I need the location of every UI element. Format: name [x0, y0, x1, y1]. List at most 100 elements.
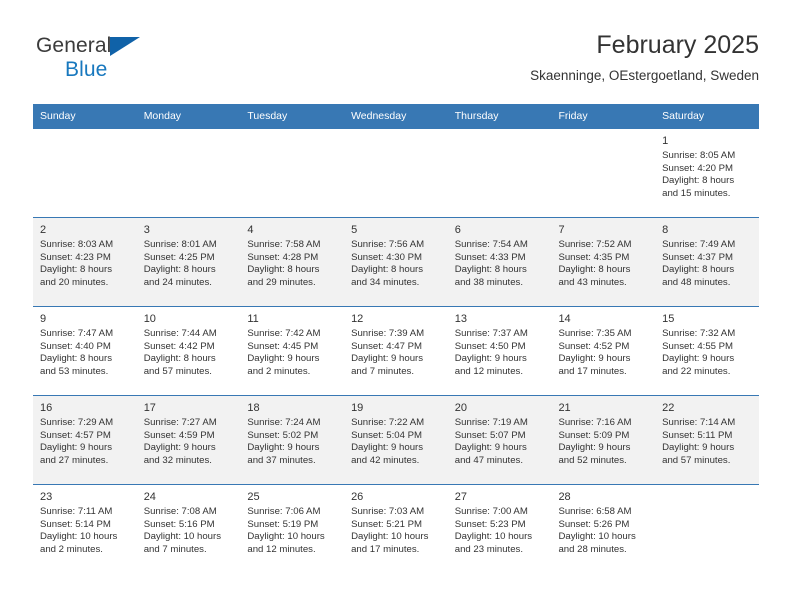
calendar-week-row: 16 Sunrise: 7:29 AM Sunset: 4:57 PM Dayl…	[33, 395, 759, 485]
day-cell[interactable]: 22 Sunrise: 7:14 AM Sunset: 5:11 PM Dayl…	[655, 395, 759, 485]
day-details: Sunrise: 7:37 AM Sunset: 4:50 PM Dayligh…	[455, 328, 546, 378]
day-cell[interactable]: 3 Sunrise: 8:01 AM Sunset: 4:25 PM Dayli…	[136, 217, 241, 307]
day-cell[interactable]: 14 Sunrise: 7:35 AM Sunset: 4:52 PM Dayl…	[551, 306, 656, 396]
day-cell[interactable]: 6 Sunrise: 7:54 AM Sunset: 4:33 PM Dayli…	[447, 217, 552, 307]
sunrise-text: Sunrise: 7:00 AM	[454, 506, 528, 517]
daylight-text-line1: Daylight: 10 hours	[143, 531, 222, 543]
day-details: Sunrise: 7:19 AM Sunset: 5:07 PM Dayligh…	[455, 417, 546, 467]
day-cell[interactable]: 25 Sunrise: 7:06 AM Sunset: 5:19 PM Dayl…	[240, 484, 345, 573]
day-cell[interactable]: 7 Sunrise: 7:52 AM Sunset: 4:35 PM Dayli…	[551, 217, 656, 307]
weekday-header-thursday: Thursday	[447, 104, 552, 129]
day-number: 28	[558, 491, 571, 503]
day-details: Sunrise: 7:22 AM Sunset: 5:04 PM Dayligh…	[351, 417, 442, 467]
daylight-text-line1: Daylight: 9 hours	[143, 442, 216, 454]
sunrise-text: Sunrise: 7:11 AM	[40, 506, 113, 517]
daylight-text-line1: Daylight: 9 hours	[351, 442, 424, 454]
day-cell[interactable]: 17 Sunrise: 7:27 AM Sunset: 4:59 PM Dayl…	[136, 395, 241, 485]
day-number: 27	[454, 491, 467, 503]
daylight-text-line1: Daylight: 9 hours	[351, 353, 424, 365]
sunset-text: Sunset: 5:04 PM	[351, 429, 422, 441]
daylight-text-line1: Daylight: 9 hours	[247, 442, 320, 454]
day-cell-empty	[136, 128, 241, 218]
day-cell[interactable]: 28 Sunrise: 6:58 AM Sunset: 5:26 PM Dayl…	[551, 484, 656, 573]
day-cell[interactable]: 12 Sunrise: 7:39 AM Sunset: 4:47 PM Dayl…	[344, 306, 448, 396]
day-number: 15	[662, 313, 675, 325]
sunset-text: Sunset: 4:40 PM	[40, 340, 111, 352]
page-title: February 2025	[596, 31, 759, 59]
day-number: 2	[40, 224, 47, 236]
day-cell[interactable]: 13 Sunrise: 7:37 AM Sunset: 4:50 PM Dayl…	[447, 306, 552, 396]
daylight-text-line2: and 38 minutes.	[454, 276, 524, 288]
page-header: General Blue February 2025 Skaenninge, O…	[33, 30, 759, 96]
daylight-text-line2: and 24 minutes.	[143, 276, 212, 288]
day-cell[interactable]: 27 Sunrise: 7:00 AM Sunset: 5:23 PM Dayl…	[447, 484, 552, 573]
day-details: Sunrise: 7:32 AM Sunset: 4:55 PM Dayligh…	[662, 328, 753, 378]
sunset-text: Sunset: 5:19 PM	[247, 518, 319, 530]
sunset-text: Sunset: 4:23 PM	[40, 251, 111, 263]
day-number: 24	[143, 491, 156, 503]
day-number: 1	[662, 135, 669, 147]
sunrise-text: Sunrise: 7:58 AM	[247, 239, 321, 250]
day-number: 14	[558, 313, 571, 325]
day-number: 4	[247, 224, 254, 236]
day-cell[interactable]: 26 Sunrise: 7:03 AM Sunset: 5:21 PM Dayl…	[344, 484, 448, 573]
daylight-text-line1: Daylight: 8 hours	[454, 264, 527, 276]
day-details: Sunrise: 7:24 AM Sunset: 5:02 PM Dayligh…	[247, 417, 338, 467]
daylight-text-line1: Daylight: 9 hours	[558, 442, 631, 454]
sunrise-text: Sunrise: 7:14 AM	[662, 417, 736, 428]
day-cell[interactable]: 20 Sunrise: 7:19 AM Sunset: 5:07 PM Dayl…	[447, 395, 552, 485]
day-details: Sunrise: 7:54 AM Sunset: 4:33 PM Dayligh…	[455, 239, 546, 289]
sunrise-text: Sunrise: 7:56 AM	[351, 239, 425, 250]
calendar-header-row: Sunday Monday Tuesday Wednesday Thursday…	[33, 104, 759, 129]
day-cell[interactable]: 16 Sunrise: 7:29 AM Sunset: 4:57 PM Dayl…	[33, 395, 137, 485]
day-details: Sunrise: 7:16 AM Sunset: 5:09 PM Dayligh…	[558, 417, 649, 467]
day-details: Sunrise: 7:42 AM Sunset: 4:45 PM Dayligh…	[247, 328, 338, 378]
sunrise-text: Sunrise: 7:27 AM	[143, 417, 217, 428]
sunset-text: Sunset: 4:33 PM	[454, 251, 526, 263]
sunset-text: Sunset: 5:26 PM	[558, 518, 630, 530]
day-cell[interactable]: 9 Sunrise: 7:47 AM Sunset: 4:40 PM Dayli…	[33, 306, 137, 396]
calendar-table: Sunday Monday Tuesday Wednesday Thursday…	[33, 104, 759, 573]
sunrise-text: Sunrise: 7:22 AM	[351, 417, 425, 428]
day-cell[interactable]: 2 Sunrise: 8:03 AM Sunset: 4:23 PM Dayli…	[33, 217, 137, 307]
daylight-text-line1: Daylight: 8 hours	[351, 264, 424, 276]
day-cell[interactable]: 23 Sunrise: 7:11 AM Sunset: 5:14 PM Dayl…	[33, 484, 137, 573]
calendar-week-row: 9 Sunrise: 7:47 AM Sunset: 4:40 PM Dayli…	[33, 306, 759, 396]
day-cell[interactable]: 24 Sunrise: 7:08 AM Sunset: 5:16 PM Dayl…	[136, 484, 241, 573]
day-number: 22	[662, 402, 675, 414]
day-details: Sunrise: 7:49 AM Sunset: 4:37 PM Dayligh…	[662, 239, 753, 289]
daylight-text-line1: Daylight: 8 hours	[143, 353, 216, 365]
day-number: 12	[351, 313, 364, 325]
day-cell[interactable]: 11 Sunrise: 7:42 AM Sunset: 4:45 PM Dayl…	[240, 306, 345, 396]
daylight-text-line1: Daylight: 8 hours	[662, 175, 735, 187]
day-details: Sunrise: 7:00 AM Sunset: 5:23 PM Dayligh…	[455, 506, 546, 556]
day-number: 7	[558, 224, 565, 236]
brand-logo[interactable]: General Blue	[36, 35, 256, 89]
sunset-text: Sunset: 5:02 PM	[247, 429, 319, 441]
triangle-logo-icon	[110, 37, 140, 56]
sunrise-text: Sunrise: 7:24 AM	[247, 417, 321, 428]
day-cell[interactable]: 10 Sunrise: 7:44 AM Sunset: 4:42 PM Dayl…	[136, 306, 241, 396]
weekday-header-sunday: Sunday	[33, 104, 137, 129]
day-cell[interactable]: 5 Sunrise: 7:56 AM Sunset: 4:30 PM Dayli…	[344, 217, 448, 307]
weekday-header-monday: Monday	[136, 104, 241, 129]
day-cell[interactable]: 4 Sunrise: 7:58 AM Sunset: 4:28 PM Dayli…	[240, 217, 345, 307]
sunset-text: Sunset: 5:11 PM	[662, 429, 733, 441]
day-cell[interactable]: 15 Sunrise: 7:32 AM Sunset: 4:55 PM Dayl…	[655, 306, 759, 396]
day-cell[interactable]: 18 Sunrise: 7:24 AM Sunset: 5:02 PM Dayl…	[240, 395, 345, 485]
sunset-text: Sunset: 4:35 PM	[558, 251, 630, 263]
daylight-text-line2: and 7 minutes.	[351, 365, 414, 377]
day-cell[interactable]: 19 Sunrise: 7:22 AM Sunset: 5:04 PM Dayl…	[344, 395, 448, 485]
weekday-header-tuesday: Tuesday	[240, 104, 345, 129]
sunrise-text: Sunrise: 7:47 AM	[40, 328, 114, 339]
day-cell[interactable]: 8 Sunrise: 7:49 AM Sunset: 4:37 PM Dayli…	[655, 217, 759, 307]
daylight-text-line2: and 47 minutes.	[454, 454, 524, 466]
day-cell[interactable]: 21 Sunrise: 7:16 AM Sunset: 5:09 PM Dayl…	[551, 395, 656, 485]
day-cell[interactable]: 1 Sunrise: 8:05 AM Sunset: 4:20 PM Dayli…	[655, 128, 759, 218]
day-number: 6	[454, 224, 461, 236]
day-cell-empty	[240, 128, 345, 218]
daylight-text-line2: and 12 minutes.	[454, 365, 524, 377]
sunset-text: Sunset: 4:57 PM	[40, 429, 111, 441]
day-details: Sunrise: 7:58 AM Sunset: 4:28 PM Dayligh…	[247, 239, 338, 289]
daylight-text-line1: Daylight: 10 hours	[454, 531, 533, 543]
